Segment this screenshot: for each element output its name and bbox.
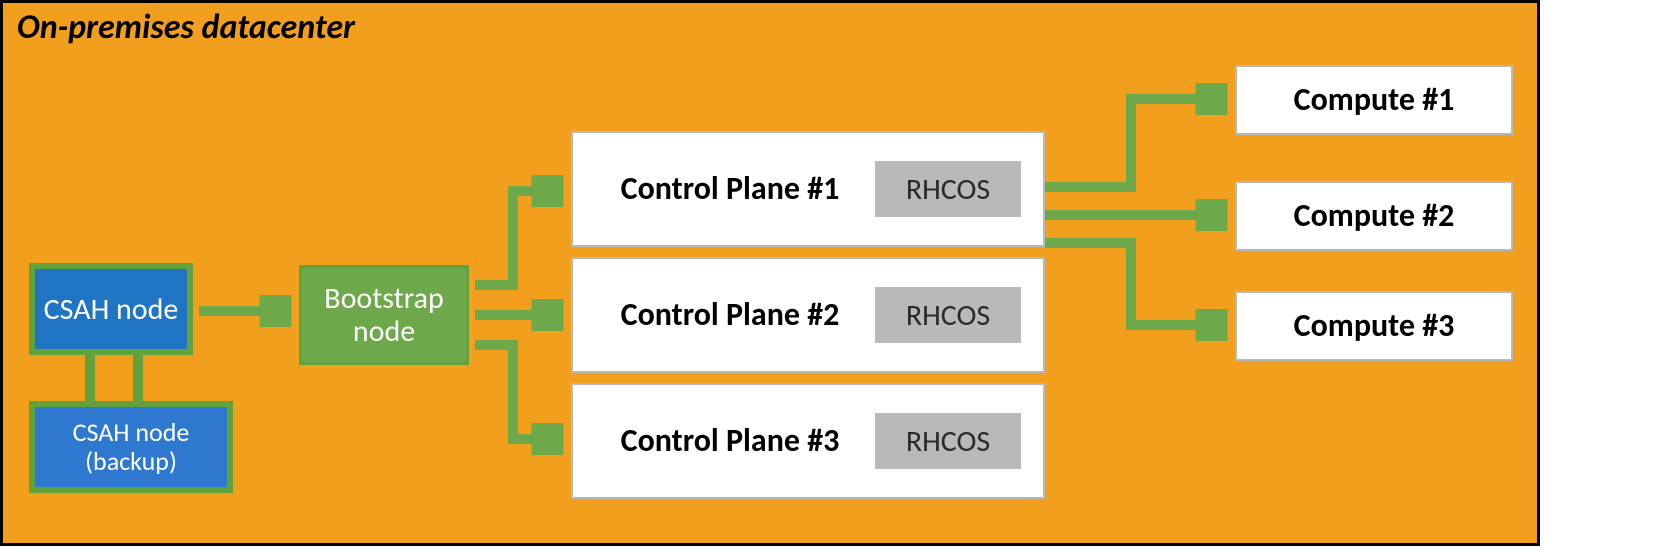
control-plane-2-os-badge: RHCOS	[875, 287, 1021, 343]
compute-2-box: Compute #2	[1235, 181, 1513, 251]
diagram-title: On-premises datacenter	[17, 7, 355, 48]
control-plane-1-box: Control Plane #1 RHCOS	[571, 131, 1045, 247]
control-plane-1-os-badge: RHCOS	[875, 161, 1021, 217]
arrow-cp-to-compute1	[1045, 99, 1221, 187]
compute-3-box: Compute #3	[1235, 291, 1513, 361]
control-plane-3-os-badge: RHCOS	[875, 413, 1021, 469]
bootstrap-node-label: Bootstrap node	[302, 282, 466, 348]
csah-node-box: CSAH node	[29, 263, 193, 355]
arrow-cp-to-compute3	[1045, 243, 1221, 325]
arrow-bootstrap-to-cp1	[475, 191, 557, 285]
csah-node-label: CSAH node	[44, 293, 179, 326]
control-plane-1-label: Control Plane #1	[595, 171, 865, 206]
csah-backup-node-label: CSAH node (backup)	[35, 418, 227, 475]
control-plane-3-label: Control Plane #3	[595, 423, 865, 458]
compute-1-label: Compute #1	[1294, 82, 1455, 117]
csah-backup-node-box: CSAH node (backup)	[29, 401, 233, 493]
control-plane-3-box: Control Plane #3 RHCOS	[571, 383, 1045, 499]
csah-backup-link-2	[133, 355, 143, 401]
control-plane-2-box: Control Plane #2 RHCOS	[571, 257, 1045, 373]
compute-2-label: Compute #2	[1294, 198, 1455, 233]
arrow-bootstrap-to-cp3	[475, 345, 557, 439]
control-plane-2-label: Control Plane #2	[595, 297, 865, 332]
diagram-canvas: On-premises datacenter CSAH node CSAH no…	[0, 0, 1540, 546]
bootstrap-node-box: Bootstrap node	[299, 265, 469, 365]
csah-backup-link-1	[85, 355, 95, 401]
compute-3-label: Compute #3	[1294, 308, 1455, 343]
compute-1-box: Compute #1	[1235, 65, 1513, 135]
